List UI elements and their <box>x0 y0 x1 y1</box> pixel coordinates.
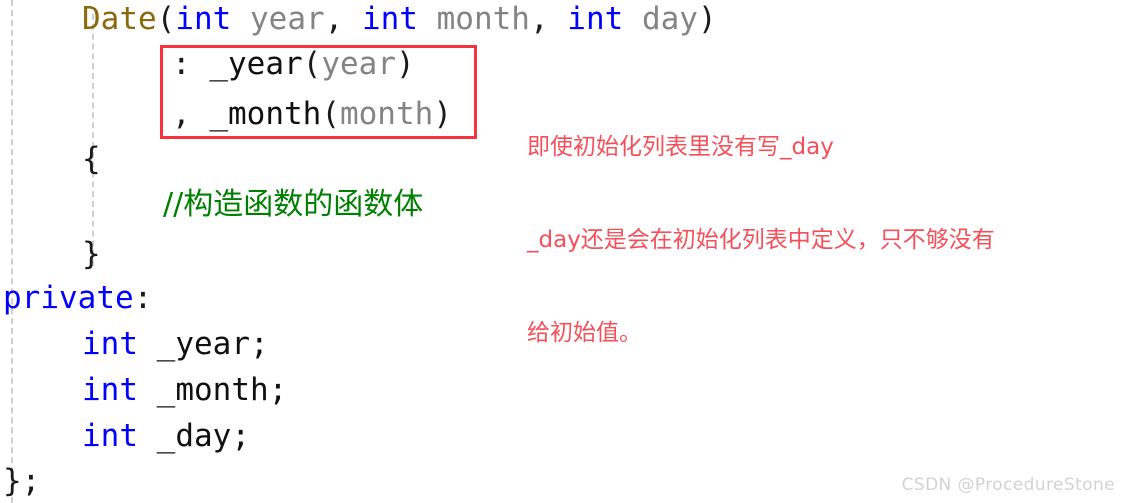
token-member-day-name: _day; <box>138 418 250 454</box>
token-init-month-arg: month <box>339 96 434 132</box>
token-member-day-type: int <box>82 418 138 454</box>
token-open-brace: { <box>82 141 101 177</box>
indent-guide-level-0 <box>11 0 13 503</box>
token-param-day: day <box>623 1 698 37</box>
annotation-line-2: _day还是会在初始化列表中定义，只不够没有 <box>527 227 995 253</box>
token-member-month-name: _month; <box>138 372 288 408</box>
token-param-month: month <box>417 1 530 37</box>
token-member-month: _month <box>209 96 322 132</box>
code-line-access-specifier: private: <box>3 281 152 315</box>
code-line-class-end: }; <box>3 464 40 498</box>
token-init-year-paren-close: ) <box>395 46 415 82</box>
token-init-month-paren-open: ( <box>321 96 340 132</box>
code-line-body-comment: //构造函数的函数体 <box>163 188 423 222</box>
annotation-line-3: 给初始值。 <box>527 320 642 346</box>
token-class-end: }; <box>3 463 41 499</box>
annotation-line-1: 即使初始化列表里没有写_day <box>527 134 834 160</box>
token-comma-2: , <box>529 1 568 37</box>
token-function-name: Date <box>82 1 157 37</box>
token-member-year-name: _year; <box>138 326 269 362</box>
token-type-int-2: int <box>361 1 418 37</box>
token-member-year: _year <box>209 46 303 82</box>
token-close-brace: } <box>82 236 101 272</box>
token-type-int-1: int <box>175 1 232 37</box>
token-init-month-paren-close: ) <box>433 96 452 132</box>
code-line-init-year: : _year(year) <box>172 47 415 81</box>
annotation-text-block: 即使初始化列表里没有写_day _day还是会在初始化列表中定义，只不够没有 给… <box>527 70 1107 411</box>
token-member-month-type: int <box>82 372 138 408</box>
token-type-int-3: int <box>567 1 624 37</box>
token-member-year-type: int <box>82 326 138 362</box>
token-init-comma: , <box>172 96 210 132</box>
token-comment-body: //构造函数的函数体 <box>163 187 424 222</box>
code-line-constructor-signature: Date(int year, int month, int day) <box>82 2 717 36</box>
code-snippet-screenshot: Date(int year, int month, int day) : _ye… <box>0 0 1127 503</box>
csdn-watermark: CSDN @ProcedureStone <box>901 475 1115 495</box>
token-keyword-private: private <box>3 280 134 316</box>
code-line-member-month: int _month; <box>82 373 287 407</box>
token-init-year-paren-open: ( <box>302 46 322 82</box>
token-param-year: year <box>231 1 325 37</box>
token-comma-1: , <box>324 1 362 37</box>
token-paren-open: ( <box>156 1 176 37</box>
indent-guide-level-1 <box>92 14 94 266</box>
token-init-year-arg: year <box>321 46 396 82</box>
token-access-colon: : <box>133 280 153 316</box>
code-line-init-month: , _month(month) <box>172 97 452 131</box>
token-paren-close: ) <box>697 1 717 37</box>
code-line-open-brace: { <box>82 142 101 176</box>
code-line-close-brace: } <box>82 237 101 271</box>
token-init-colon: : <box>172 46 210 82</box>
code-line-member-year: int _year; <box>82 327 269 361</box>
code-line-member-day: int _day; <box>82 419 250 453</box>
